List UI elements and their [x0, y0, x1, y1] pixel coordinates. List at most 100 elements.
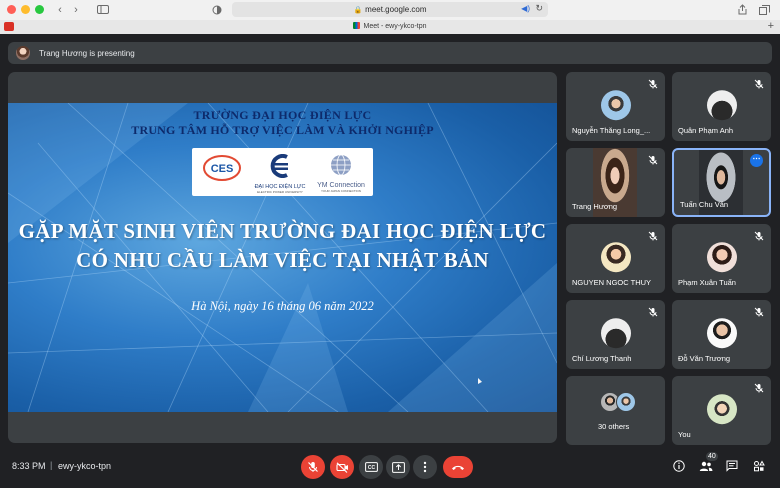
others-avatar-stack: [600, 392, 636, 414]
mic-toggle-button[interactable]: [301, 455, 325, 479]
mic-off-icon: [648, 155, 658, 165]
speaker-icon[interactable]: ◀): [521, 4, 530, 13]
slide-title-line2: CÓ NHU CẦU LÀM VIỆC TẠI NHẬT BẢN: [76, 248, 489, 272]
activities-icon: [754, 460, 765, 472]
participant-avatar: [706, 89, 737, 120]
more-vert-icon: [423, 461, 427, 473]
mic-off-icon: [648, 307, 658, 317]
browser-chrome: ‹ › 🔒 meet.google.com ◀) ↻ Meet - ewy-yk…: [0, 0, 780, 34]
mic-off-icon: [754, 79, 764, 89]
shared-slide: TRƯỜNG ĐẠI HỌC ĐIỆN LỰC TRUNG TÂM HỖ TRỢ…: [8, 103, 557, 412]
people-button[interactable]: [699, 459, 713, 473]
chevron-left-icon[interactable]: ‹: [52, 3, 68, 16]
share-icon[interactable]: [735, 3, 749, 16]
meeting-code: ewy-ykco-tpn: [58, 461, 112, 471]
slide-title-line1: GẶP MẶT SINH VIÊN TRƯỜNG ĐẠI HỌC ĐIỆN LỰ…: [18, 219, 547, 243]
meet-favicon-icon: [353, 22, 361, 29]
participant-avatar: [600, 89, 631, 120]
participant-name: Đỗ Văn Trương: [678, 354, 731, 363]
participant-tile[interactable]: NGUYEN NGOC THUY: [566, 224, 665, 293]
more-options-icon[interactable]: ⋯: [750, 154, 763, 167]
others-tile[interactable]: 30 others: [566, 376, 665, 445]
epu-logo-subtext: ELECTRIC POWER UNIVERSITY: [257, 190, 303, 194]
sidebar-icon[interactable]: [96, 3, 110, 16]
self-tile[interactable]: You: [672, 376, 771, 445]
participant-tile[interactable]: Phạm Xuân Tuấn: [672, 224, 771, 293]
slide-header-center: TRUNG TÂM HỖ TRỢ VIỆC LÀM VÀ KHỞI NGHIỆP: [131, 123, 434, 137]
participant-tile[interactable]: Quân Phạm Anh: [672, 72, 771, 141]
minimize-window-button[interactable]: [21, 5, 30, 14]
presenting-text: Trang Hương is presenting: [39, 48, 135, 58]
participant-name: Phạm Xuân Tuấn: [678, 278, 736, 287]
mic-off-icon: [308, 462, 318, 472]
divider: |: [50, 460, 53, 470]
mic-off-icon: [754, 231, 764, 241]
activities-button[interactable]: [752, 459, 766, 473]
captions-button[interactable]: CC: [359, 455, 383, 479]
info-icon: [673, 460, 685, 472]
mic-off-icon: [648, 231, 658, 241]
mic-off-icon: [754, 383, 764, 393]
slide-logo-strip: CES ĐẠI HỌC ĐIỆN LỰC ELECTRIC POWER UNIV…: [192, 148, 373, 196]
ces-logo: CES: [200, 154, 244, 187]
presenting-banner: Trang Hương is presenting: [8, 42, 772, 64]
tab-title-text: Meet - ewy-ykco-tpn: [363, 23, 427, 30]
ym-connection-logo: YM Connection YOUR JAPAN CONNECTION: [312, 154, 370, 193]
svg-text:CC: CC: [367, 465, 375, 471]
participant-tile[interactable]: Nguyễn Thăng Long_...: [566, 72, 665, 141]
participant-name: You: [678, 430, 691, 439]
tab-meet[interactable]: Meet - ewy-ykco-tpn: [0, 22, 780, 30]
tabs-overview-icon[interactable]: [757, 3, 771, 16]
slide-header-university: TRƯỜNG ĐẠI HỌC ĐIỆN LỰC: [193, 108, 372, 122]
meeting-details-button[interactable]: [672, 459, 686, 473]
people-icon: [699, 461, 713, 471]
svg-text:CES: CES: [211, 163, 234, 175]
participant-avatar: [600, 317, 631, 348]
presenter-avatar: [16, 46, 30, 60]
chevron-right-icon[interactable]: ›: [68, 3, 84, 16]
participant-tile[interactable]: Đỗ Văn Trương: [672, 300, 771, 369]
more-options-button[interactable]: [413, 455, 437, 479]
present-screen-icon: [391, 461, 405, 473]
others-count-label: 30 others: [598, 422, 630, 431]
present-now-button[interactable]: [386, 455, 410, 479]
participant-avatar: [616, 392, 636, 412]
address-bar[interactable]: 🔒 meet.google.com ◀) ↻: [232, 2, 548, 17]
participant-avatar: [706, 317, 737, 348]
participant-name: Quân Phạm Anh: [678, 126, 734, 135]
participant-name: Tuấn Chu Văn: [680, 200, 729, 209]
epu-logo: ĐẠI HỌC ĐIỆN LỰC ELECTRIC POWER UNIVERSI…: [254, 154, 306, 194]
people-count-badge: 40: [706, 452, 718, 461]
participant-tile[interactable]: Trang Hương: [566, 148, 665, 217]
tab-bar: Meet - ewy-ykco-tpn +: [0, 20, 780, 34]
browser-toolbar: ‹ › 🔒 meet.google.com ◀) ↻: [0, 0, 780, 19]
presentation-tile[interactable]: TRƯỜNG ĐẠI HỌC ĐIỆN LỰC TRUNG TÂM HỖ TRỢ…: [8, 72, 557, 443]
url-text: meet.google.com: [365, 5, 427, 14]
camera-toggle-button[interactable]: [330, 455, 354, 479]
new-tab-icon[interactable]: +: [768, 20, 774, 32]
reload-icon[interactable]: ↻: [535, 3, 543, 14]
close-window-button[interactable]: [7, 5, 16, 14]
phone-hangup-icon: [452, 465, 464, 470]
privacy-shield-icon[interactable]: [210, 3, 224, 16]
closed-captions-icon: CC: [364, 462, 378, 472]
clock-time: 8:33 PM: [12, 461, 46, 471]
ym-logo-subtext: YOUR JAPAN CONNECTION: [321, 189, 361, 193]
leave-call-button[interactable]: [443, 456, 473, 478]
chat-icon: [726, 460, 738, 472]
participant-name: NGUYEN NGOC THUY: [572, 278, 652, 287]
slide-date-line: Hà Nội, ngày 16 tháng 06 năm 2022: [191, 299, 374, 313]
mic-off-icon: [648, 79, 658, 89]
participant-tile[interactable]: Chí Lương Thanh: [566, 300, 665, 369]
participant-tile-active[interactable]: ⋯ Tuấn Chu Văn: [672, 148, 771, 217]
participant-avatar: [706, 393, 737, 424]
participant-name: Chí Lương Thanh: [572, 354, 632, 363]
zoom-window-button[interactable]: [35, 5, 44, 14]
participant-avatar: [706, 241, 737, 272]
chat-button[interactable]: [725, 459, 739, 473]
mic-off-icon: [754, 307, 764, 317]
participant-name: Nguyễn Thăng Long_...: [572, 126, 651, 135]
participant-name: Trang Hương: [572, 202, 618, 211]
ym-logo-text: YM Connection: [317, 182, 365, 189]
lock-icon: 🔒: [353, 6, 363, 14]
